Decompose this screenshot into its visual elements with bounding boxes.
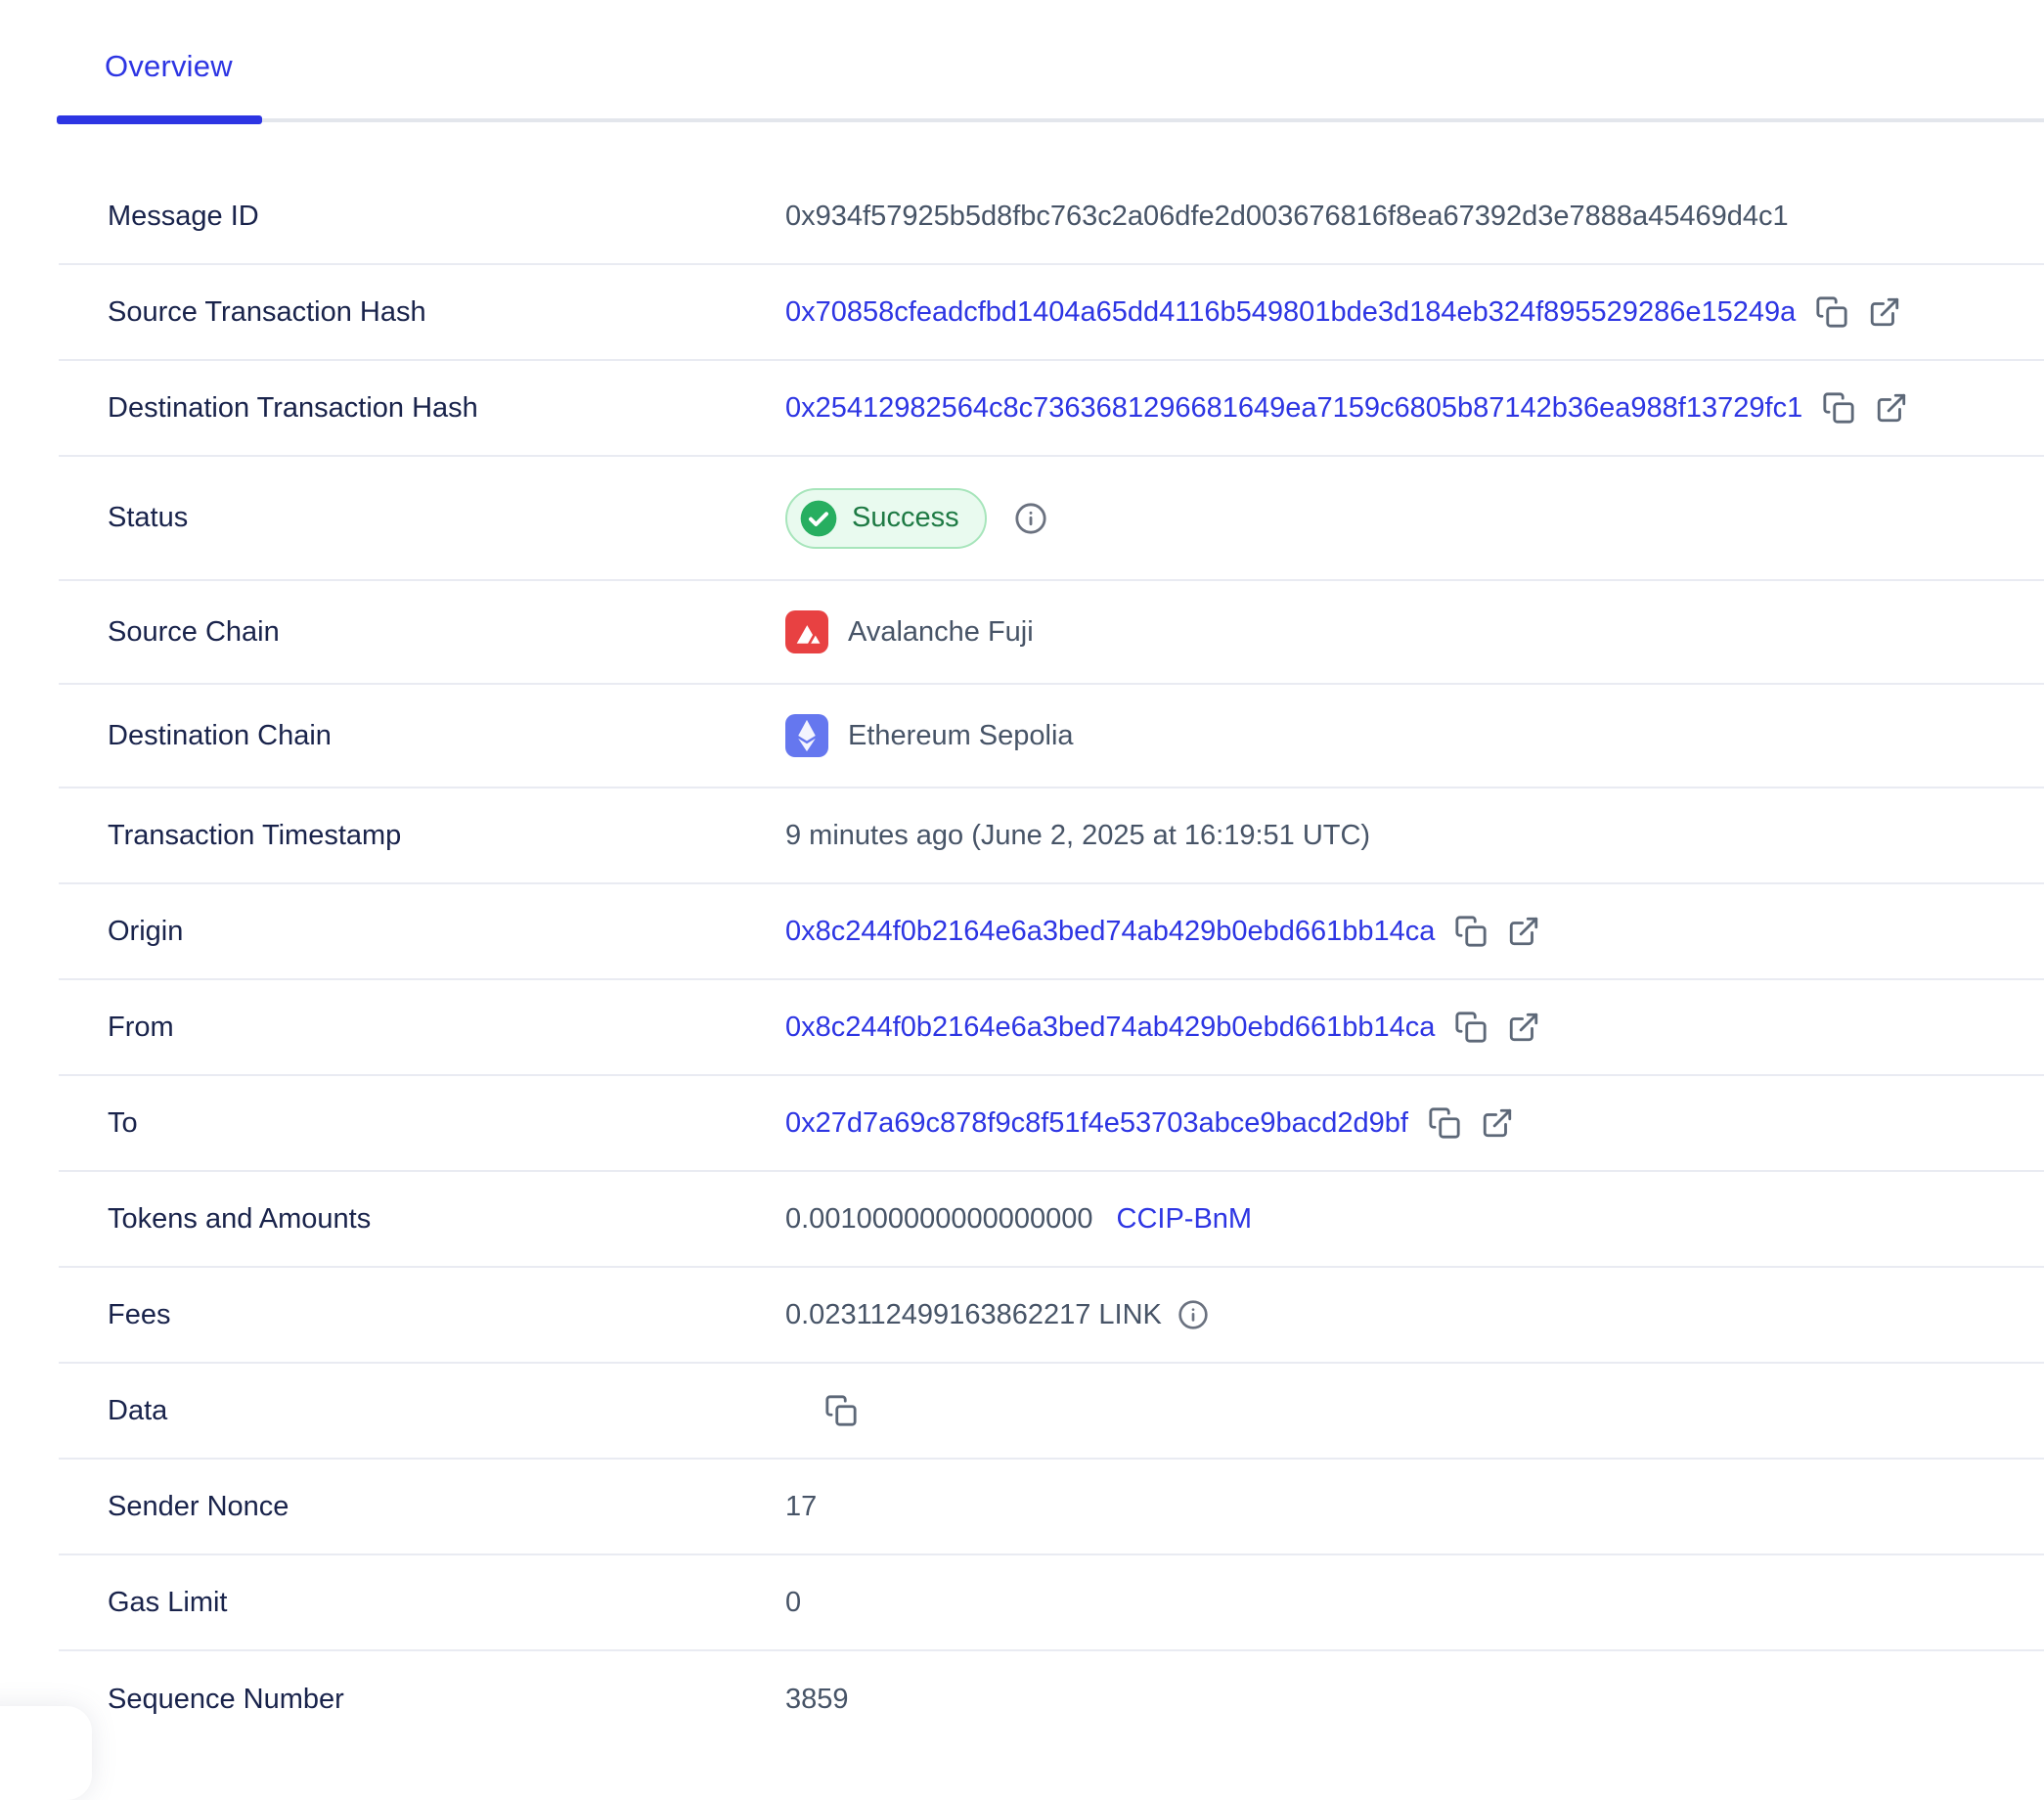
copy-icon[interactable] <box>1815 295 1848 329</box>
overview-detail-table: Message ID 0x934f57925b5d8fbc763c2a06dfe… <box>0 169 2044 1747</box>
below-fold-card-edge <box>0 1706 92 1800</box>
tab-active-indicator <box>57 115 262 124</box>
message-id-value: 0x934f57925b5d8fbc763c2a06dfe2d003676816… <box>785 201 1789 233</box>
row-destination-chain: Destination Chain Ethereum Sepolia <box>59 685 2044 788</box>
row-message-id: Message ID 0x934f57925b5d8fbc763c2a06dfe… <box>59 169 2044 265</box>
tab-bar: Overview <box>0 0 2044 124</box>
copy-icon[interactable] <box>1454 915 1488 948</box>
to-address-link[interactable]: 0x27d7a69c878f9c8f51f4e53703abce9bacd2d9… <box>785 1107 1408 1140</box>
source-tx-hash-link[interactable]: 0x70858cfeadcfbd1404a65dd4116b549801bde3… <box>785 296 1796 329</box>
tokens-and-amounts-label: Tokens and Amounts <box>59 1203 785 1236</box>
row-gas-limit: Gas Limit 0 <box>59 1555 2044 1651</box>
external-link-icon[interactable] <box>1507 1011 1540 1044</box>
from-address-link[interactable]: 0x8c244f0b2164e6a3bed74ab429b0ebd661bb14… <box>785 1012 1435 1044</box>
sender-nonce-label: Sender Nonce <box>59 1491 785 1523</box>
tab-overview-label: Overview <box>105 49 233 83</box>
sequence-number-value: 3859 <box>785 1684 849 1716</box>
to-label: To <box>59 1107 785 1140</box>
status-label: Status <box>59 502 785 534</box>
message-id-label: Message ID <box>59 201 785 233</box>
fees-label: Fees <box>59 1299 785 1331</box>
row-data: Data <box>59 1364 2044 1460</box>
external-link-icon[interactable] <box>1875 391 1908 425</box>
gas-limit-value: 0 <box>785 1587 801 1619</box>
check-circle-icon <box>799 499 838 538</box>
info-icon[interactable] <box>1014 502 1047 535</box>
source-tx-hash-label: Source Transaction Hash <box>59 296 785 329</box>
row-source-tx-hash: Source Transaction Hash 0x70858cfeadcfbd… <box>59 265 2044 361</box>
tab-overview[interactable]: Overview <box>105 49 233 84</box>
row-tokens-and-amounts: Tokens and Amounts 0.001000000000000000 … <box>59 1172 2044 1268</box>
avalanche-logo-icon <box>785 610 828 653</box>
row-origin: Origin 0x8c244f0b2164e6a3bed74ab429b0ebd… <box>59 884 2044 980</box>
token-symbol-link[interactable]: CCIP-BnM <box>1117 1203 1253 1236</box>
row-sequence-number: Sequence Number 3859 <box>59 1651 2044 1747</box>
transaction-timestamp-value: 9 minutes ago (June 2, 2025 at 16:19:51 … <box>785 820 1370 852</box>
info-icon[interactable] <box>1178 1299 1209 1330</box>
sender-nonce-value: 17 <box>785 1491 817 1523</box>
from-label: From <box>59 1012 785 1044</box>
gas-limit-label: Gas Limit <box>59 1587 785 1619</box>
fees-value: 0.023112499163862217 LINK <box>785 1299 1162 1331</box>
source-chain-label: Source Chain <box>59 616 785 649</box>
origin-label: Origin <box>59 916 785 948</box>
destination-tx-hash-link[interactable]: 0x25412982564c8c7363681296681649ea7159c6… <box>785 392 1802 425</box>
sequence-number-label: Sequence Number <box>59 1684 785 1716</box>
destination-chain-label: Destination Chain <box>59 720 785 752</box>
status-badge: Success <box>785 488 987 549</box>
row-sender-nonce: Sender Nonce 17 <box>59 1460 2044 1555</box>
external-link-icon[interactable] <box>1868 295 1901 329</box>
external-link-icon[interactable] <box>1481 1106 1514 1140</box>
row-status: Status Success <box>59 457 2044 581</box>
copy-icon[interactable] <box>1454 1011 1488 1044</box>
copy-icon[interactable] <box>1428 1106 1461 1140</box>
token-amount-value: 0.001000000000000000 <box>785 1203 1093 1236</box>
tab-underline-track <box>57 118 2044 122</box>
origin-address-link[interactable]: 0x8c244f0b2164e6a3bed74ab429b0ebd661bb14… <box>785 916 1435 948</box>
destination-chain-name: Ethereum Sepolia <box>848 720 1074 752</box>
copy-icon[interactable] <box>1822 391 1855 425</box>
ethereum-logo-icon <box>785 714 828 757</box>
destination-tx-hash-label: Destination Transaction Hash <box>59 392 785 425</box>
row-source-chain: Source Chain Avalanche Fuji <box>59 581 2044 685</box>
data-label: Data <box>59 1395 785 1427</box>
transaction-timestamp-label: Transaction Timestamp <box>59 820 785 852</box>
status-badge-text: Success <box>852 502 959 534</box>
source-chain-name: Avalanche Fuji <box>848 616 1034 649</box>
external-link-icon[interactable] <box>1507 915 1540 948</box>
row-from: From 0x8c244f0b2164e6a3bed74ab429b0ebd66… <box>59 980 2044 1076</box>
row-destination-tx-hash: Destination Transaction Hash 0x254129825… <box>59 361 2044 457</box>
copy-icon[interactable] <box>824 1394 858 1427</box>
row-to: To 0x27d7a69c878f9c8f51f4e53703abce9bacd… <box>59 1076 2044 1172</box>
row-fees: Fees 0.023112499163862217 LINK <box>59 1268 2044 1364</box>
row-transaction-timestamp: Transaction Timestamp 9 minutes ago (Jun… <box>59 788 2044 884</box>
